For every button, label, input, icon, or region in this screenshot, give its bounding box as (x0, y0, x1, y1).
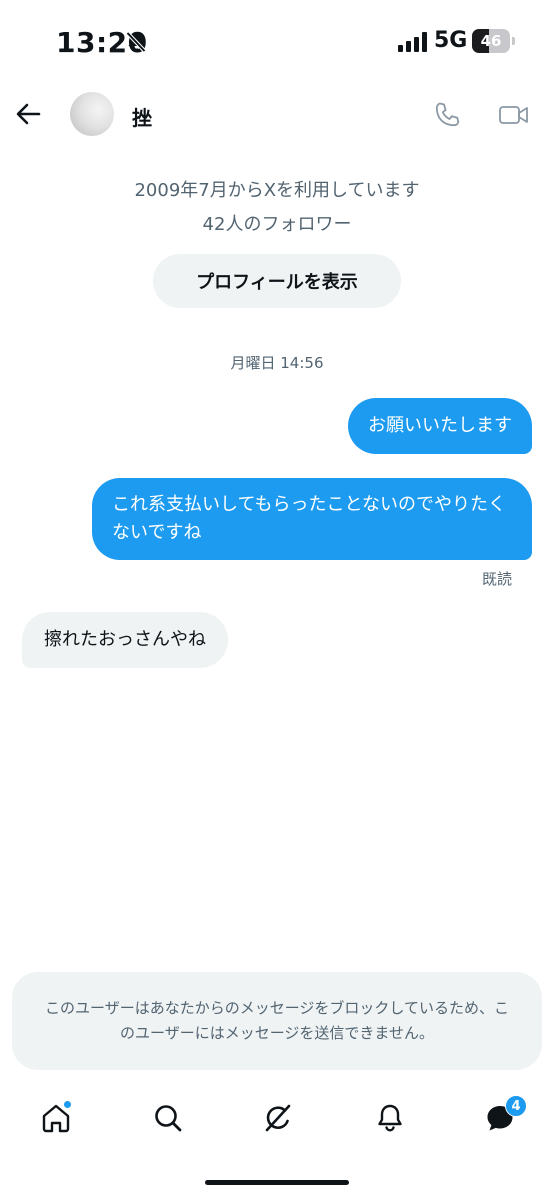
message-timestamp: 月曜日 14:56 (230, 354, 324, 372)
video-camera-icon[interactable] (498, 100, 530, 130)
network-type: 5G (434, 28, 468, 53)
battery-icon: 46 (472, 29, 516, 53)
incoming-message[interactable]: 擦れたおっさんやね (22, 612, 228, 668)
back-arrow-icon[interactable] (14, 100, 42, 128)
follower-count: 42人のフォロワー (202, 214, 352, 235)
grok-icon[interactable] (262, 1102, 294, 1134)
view-profile-button[interactable]: プロフィールを表示 (153, 254, 401, 308)
blocked-notice: このユーザーはあなたからのメッセージをブロックしているため、このユーザーにはメッ… (12, 972, 542, 1070)
dm-conversation-screen: 13:20 5G 46 挫 2009年7月からXを利用しています 42人のフォロ… (0, 0, 554, 1200)
home-indicator (205, 1180, 349, 1185)
search-icon[interactable] (152, 1102, 184, 1134)
contact-name[interactable]: 挫 (132, 102, 152, 131)
home-unread-dot (63, 1100, 72, 1109)
outgoing-message[interactable]: これ系支払いしてもらったことないのでやりたくないですね (92, 478, 532, 560)
conversation-header: 挫 (0, 84, 554, 146)
read-receipt: 既読 (481, 570, 512, 588)
status-bar: 13:20 5G 46 (0, 0, 554, 84)
phone-icon[interactable] (432, 100, 462, 130)
battery-level: 46 (480, 32, 502, 50)
profile-summary: 2009年7月からXを利用しています 42人のフォロワー (0, 176, 554, 240)
avatar[interactable] (70, 92, 114, 136)
messages-badge: 4 (505, 1095, 527, 1117)
bottom-nav (0, 1090, 554, 1150)
joined-date: 2009年7月からXを利用しています (134, 180, 420, 201)
bell-icon[interactable] (374, 1102, 406, 1134)
bell-slash-icon (126, 31, 146, 53)
signal-icon (398, 32, 427, 52)
outgoing-message[interactable]: お願いいたします (348, 398, 532, 454)
